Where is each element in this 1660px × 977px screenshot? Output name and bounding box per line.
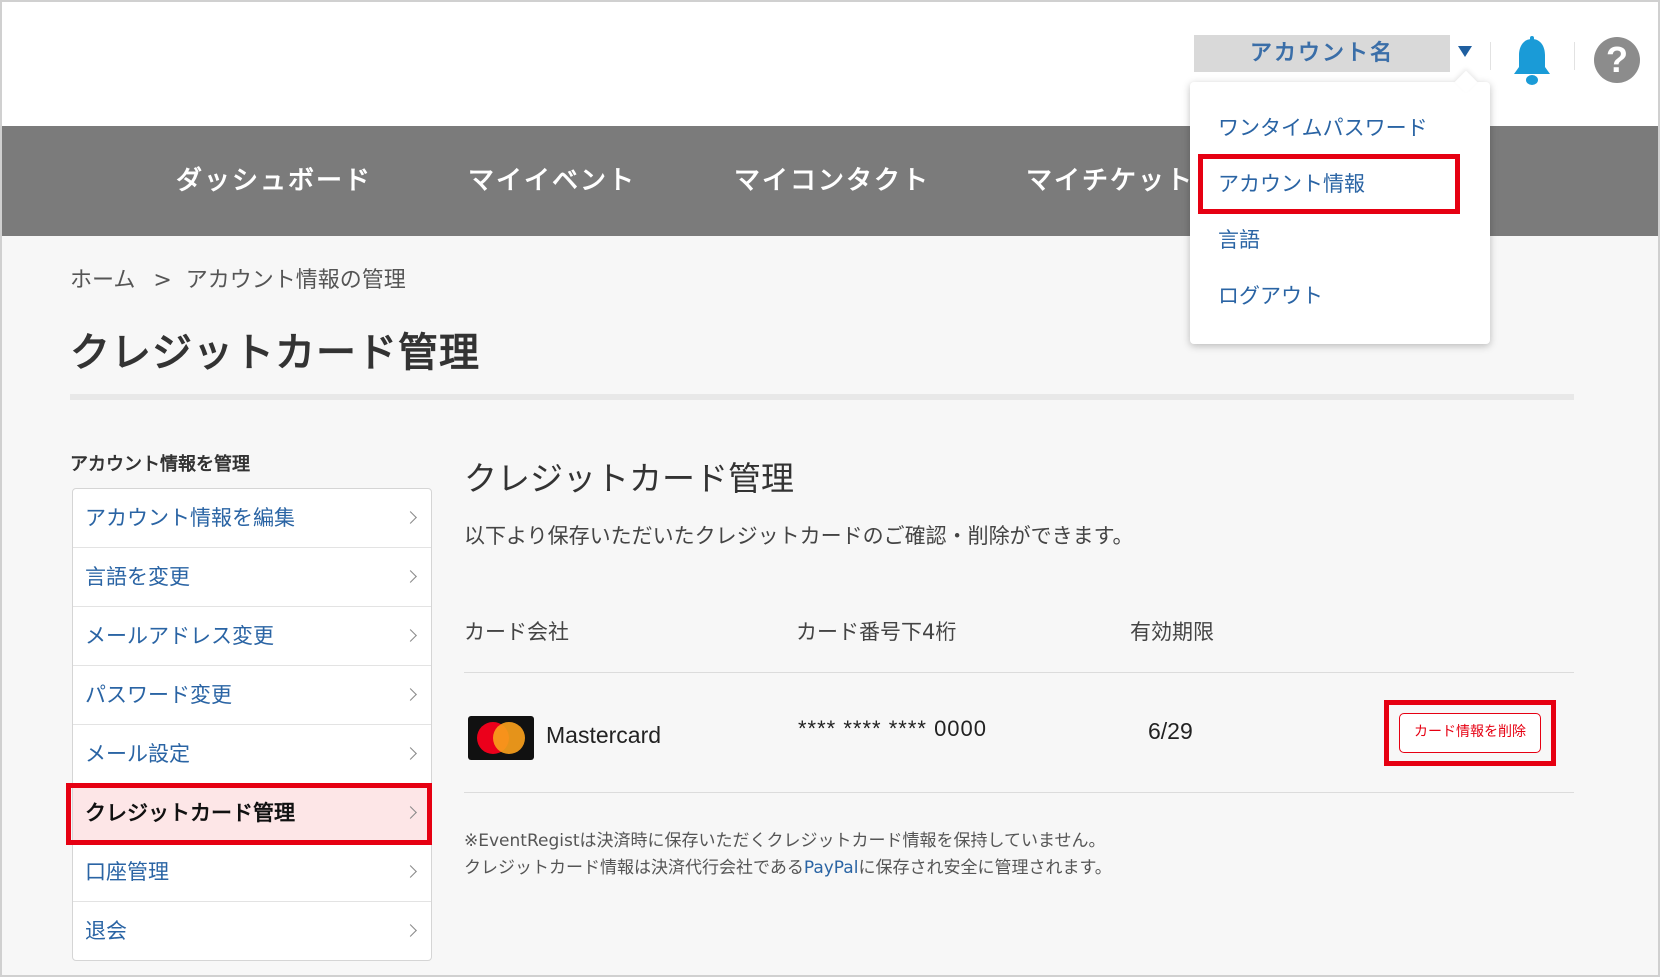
highlight-frame [66,783,432,845]
breadcrumb: ホーム > アカウント情報の管理 [70,262,406,294]
highlight-frame [1198,154,1460,214]
sidebar-item-label: アカウント情報を編集 [85,506,295,530]
sidebar-item-label: 言語を変更 [85,565,190,589]
page-title: クレジットカード管理 [70,330,480,376]
column-header-card-company: カード会社 [464,620,569,644]
sidebar-item-mail-settings[interactable]: メール設定 [73,725,431,784]
sidebar-item-change-password[interactable]: パスワード変更 [73,666,431,725]
chevron-right-icon [404,570,417,583]
card-expiry: 6/29 [1148,718,1193,744]
chevron-right-icon [404,629,417,642]
sidebar-item-edit-account[interactable]: アカウント情報を編集 [73,489,431,548]
chevron-right-icon [404,865,417,878]
menu-item-logout[interactable]: ログアウト [1218,276,1323,316]
section-description: 以下より保存いただいたクレジットカードのご確認・削除ができます。 [464,524,1134,548]
breadcrumb-separator: > [153,268,172,293]
nav-item-dashboard[interactable]: ダッシュボード [176,126,372,236]
account-dropdown-menu: ワンタイムパスワード アカウント情報 言語 ログアウト [1190,82,1490,344]
chevron-right-icon [404,688,417,701]
column-header-card-last4: カード番号下4桁 [796,620,957,644]
divider [70,394,1574,400]
chevron-down-icon[interactable] [1458,46,1472,57]
mastercard-logo-icon [468,716,534,760]
chevron-right-icon [404,924,417,937]
sidebar-item-label: メールアドレス変更 [85,624,274,648]
nav-item-my-events[interactable]: マイイベント [468,126,636,236]
sidebar-heading: アカウント情報を管理 [70,454,250,475]
note-text-pre: クレジットカード情報は決済代行会社である [464,858,804,878]
sidebar-item-label: 口座管理 [85,860,169,884]
card-brand: Mastercard [546,722,662,748]
divider [1490,42,1491,70]
note-text: クレジットカード情報は決済代行会社であるPayPalに保存され安全に管理されます… [464,853,1112,878]
chevron-right-icon [404,511,417,524]
card-number: **** **** **** 0000 [798,716,988,741]
breadcrumb-home-link[interactable]: ホーム [70,268,135,293]
app-window: アカウント名 ? ダッシュボード マイイベント マイコンタクト マイチケット ワ… [0,0,1660,977]
paypal-link[interactable]: PayPal [804,858,859,878]
divider [1574,42,1575,70]
sidebar-item-withdraw[interactable]: 退会 [73,902,431,961]
divider [464,672,1574,673]
section-title: クレジットカード管理 [464,459,794,498]
breadcrumb-current: アカウント情報の管理 [185,268,406,293]
menu-item-one-time-password[interactable]: ワンタイムパスワード [1218,108,1428,148]
sidebar-item-label: メール設定 [85,742,190,766]
note-text: ※EventRegistは決済時に保存いただくクレジットカード情報を保持していま… [464,831,1106,851]
sidebar-item-change-email[interactable]: メールアドレス変更 [73,607,431,666]
sidebar-item-change-language[interactable]: 言語を変更 [73,548,431,607]
sidebar-menu: アカウント情報を編集 言語を変更 メールアドレス変更 パスワード変更 メール設定… [72,488,432,961]
chevron-right-icon [404,747,417,760]
delete-card-button[interactable]: カード情報を削除 [1399,713,1541,753]
note-text-post: に保存され安全に管理されます。 [858,858,1112,878]
nav-item-my-contacts[interactable]: マイコンタクト [734,126,930,236]
nav-item-my-tickets[interactable]: マイチケット [1026,126,1194,236]
sidebar-item-label: パスワード変更 [85,683,232,707]
sidebar-item-label: 退会 [85,919,127,943]
column-header-expiry: 有効期限 [1130,620,1214,644]
help-icon[interactable]: ? [1594,37,1640,83]
menu-item-language[interactable]: 言語 [1218,220,1260,260]
sidebar-item-bank-account[interactable]: 口座管理 [73,843,431,902]
divider [464,792,1574,793]
account-name-button[interactable]: アカウント名 [1194,35,1450,72]
bell-icon[interactable] [1510,36,1554,88]
